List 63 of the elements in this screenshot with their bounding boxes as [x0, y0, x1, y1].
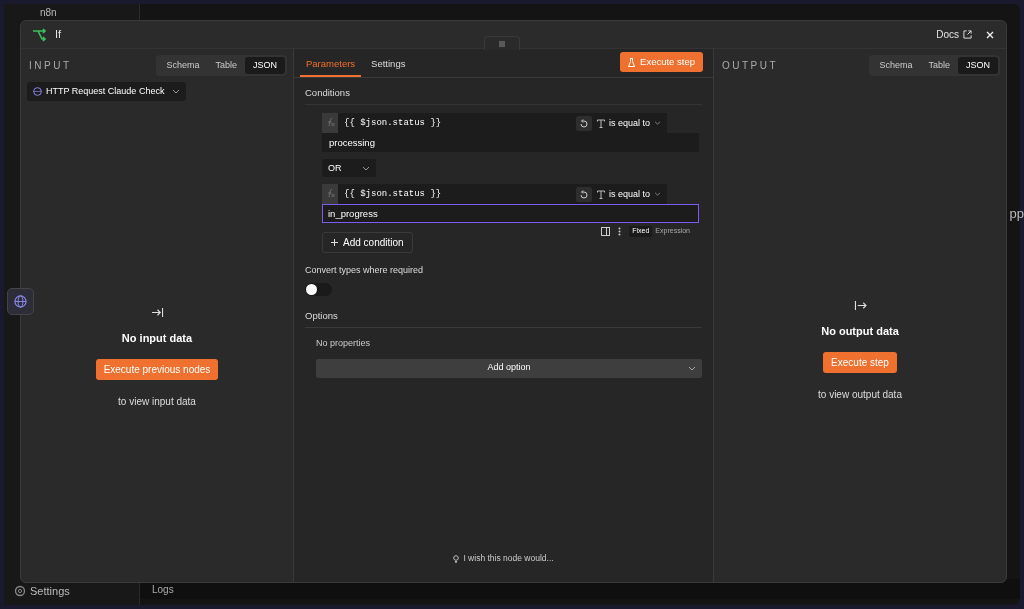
- expression-text: {{ $json.status }}: [344, 187, 442, 201]
- refresh-icon[interactable]: [576, 116, 592, 132]
- empty-title: No output data: [821, 324, 899, 339]
- chevron-icon: [172, 89, 181, 94]
- view-tab[interactable]: Schema: [871, 57, 921, 74]
- expression-field[interactable]: {{ $json.status }}: [322, 113, 592, 134]
- refresh-icon[interactable]: [576, 187, 592, 203]
- function-icon: [322, 184, 338, 205]
- hint-text: to view input data: [118, 394, 196, 409]
- operator-select[interactable]: is equal to: [592, 113, 667, 134]
- more-icon[interactable]: [618, 226, 622, 236]
- panel-heading: INPUT: [29, 59, 72, 73]
- view-tab[interactable]: Table: [207, 57, 245, 74]
- window-title: If: [55, 27, 62, 43]
- node-select[interactable]: HTTP Request Claude Check: [27, 82, 187, 101]
- text-type-icon: [597, 189, 605, 199]
- text-type-icon: [597, 118, 605, 128]
- expression-text: {{ $json.status }}: [344, 116, 442, 130]
- docs-link[interactable]: Docs: [936, 27, 972, 42]
- value-field[interactable]: processing: [322, 133, 699, 153]
- chevron-icon: [654, 192, 662, 197]
- tab[interactable]: Parameters: [300, 53, 362, 77]
- chevron-icon: [688, 365, 696, 371]
- chevron-icon: [654, 121, 662, 126]
- node-button[interactable]: [7, 288, 34, 315]
- external-link-icon: [963, 30, 972, 39]
- operator-select[interactable]: is equal to: [592, 184, 667, 205]
- flask-icon: [628, 57, 636, 67]
- empty-title: No input data: [121, 331, 193, 346]
- toggle-switch[interactable]: [305, 282, 332, 296]
- plus-icon: [331, 239, 338, 247]
- section-label: Conditions: [305, 86, 702, 106]
- view-tab[interactable]: Schema: [158, 57, 208, 74]
- arrow-to-line-icon: [150, 307, 164, 318]
- chevron-icon: [362, 165, 370, 171]
- tab[interactable]: Settings: [361, 53, 416, 77]
- canvas-text: pp: [1009, 205, 1024, 223]
- globe-icon: [14, 295, 27, 308]
- field-label: Convert types where required: [305, 264, 425, 278]
- settings-icon[interactable]: [14, 585, 26, 597]
- globe-icon: [33, 87, 42, 96]
- value-field[interactable]: in_progress: [322, 204, 699, 224]
- app-logo[interactable]: n8n: [40, 7, 57, 19]
- panel-icon[interactable]: [601, 226, 611, 236]
- view-tab[interactable]: JSON: [245, 57, 285, 74]
- close-icon[interactable]: [986, 29, 996, 40]
- expression-field[interactable]: {{ $json.status }}: [322, 184, 592, 205]
- add-condition-button[interactable]: Add condition: [322, 232, 413, 254]
- empty-text: No properties: [316, 337, 372, 350]
- drag-handle[interactable]: [484, 36, 520, 50]
- sidebar-item[interactable]: Settings: [30, 585, 70, 598]
- arrow-to-line-icon: [853, 300, 867, 311]
- lightbulb-icon: [453, 554, 460, 563]
- feedback-link[interactable]: I wish this node would...: [453, 552, 554, 565]
- view-tab[interactable]: JSON: [958, 57, 998, 74]
- view-tab[interactable]: Table: [920, 57, 958, 74]
- branch-icon: [31, 27, 47, 42]
- panel-heading: OUTPUT: [722, 59, 779, 73]
- combinator-select[interactable]: OR: [322, 159, 376, 178]
- add-option-select[interactable]: Add option: [316, 358, 702, 378]
- hint-text: to view output data: [818, 387, 902, 402]
- section-label: Options: [305, 308, 702, 328]
- function-icon: [322, 113, 338, 134]
